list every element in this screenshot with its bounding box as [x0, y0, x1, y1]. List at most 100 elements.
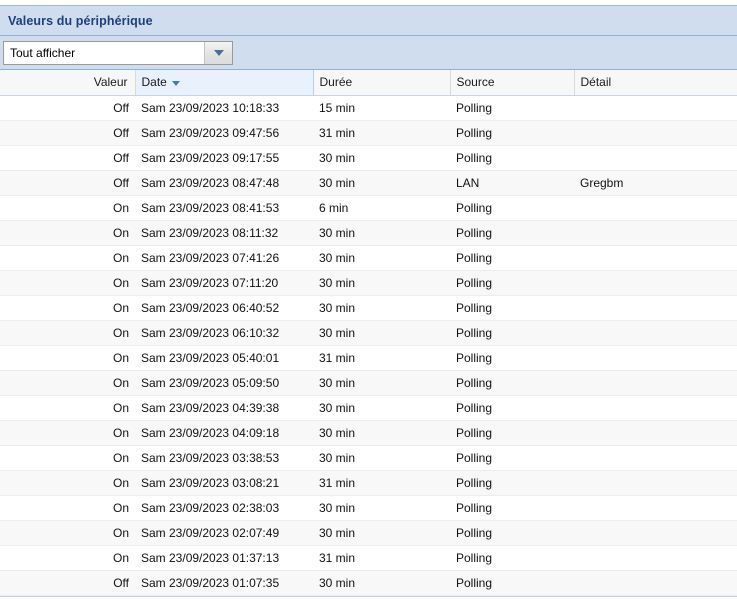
cell-duree: 30 min [313, 170, 450, 196]
table-row[interactable]: On Sam 23/09/2023 07:41:26 30 min Polling [0, 245, 737, 271]
cell-source: Polling [450, 345, 574, 371]
column-header-date[interactable]: Date [134, 70, 314, 96]
grid-bottom-edge [0, 595, 737, 599]
filter-dropdown-value[interactable]: Tout afficher [4, 41, 204, 64]
table-header: Valeur Date Durée Source Détail [0, 70, 737, 96]
table-row[interactable]: On Sam 23/09/2023 08:11:32 30 min Polling [0, 220, 737, 246]
cell-source: Polling [450, 120, 574, 146]
cell-valeur: Off [0, 170, 135, 196]
cell-source: Polling [450, 395, 574, 421]
table-row[interactable]: On Sam 23/09/2023 05:09:50 30 min Polling [0, 370, 737, 396]
table-row[interactable]: Off Sam 23/09/2023 10:18:33 15 min Polling [0, 95, 737, 121]
cell-valeur: On [0, 345, 135, 371]
cell-duree: 6 min [313, 195, 450, 221]
cell-valeur: On [0, 395, 135, 421]
cell-detail [574, 395, 737, 421]
filter-dropdown[interactable]: Tout afficher [3, 40, 233, 65]
table-row[interactable]: On Sam 23/09/2023 01:37:13 31 min Polling [0, 545, 737, 571]
column-header-source[interactable]: Source [450, 70, 575, 96]
cell-valeur: Off [0, 95, 135, 121]
panel-header: Valeurs du périphérique [0, 6, 737, 36]
cell-valeur: On [0, 295, 135, 321]
table-row[interactable]: On Sam 23/09/2023 06:40:52 30 min Polling [0, 295, 737, 321]
cell-date: Sam 23/09/2023 02:07:49 [135, 520, 313, 546]
cell-valeur: On [0, 545, 135, 571]
cell-date: Sam 23/09/2023 03:38:53 [135, 445, 313, 471]
device-values-grid: Valeur Date Durée Source Détail Off Sam … [0, 70, 737, 599]
cell-valeur: On [0, 520, 135, 546]
filter-toolbar: Tout afficher [0, 36, 737, 70]
cell-duree: 30 min [313, 445, 450, 471]
cell-date: Sam 23/09/2023 07:11:20 [135, 270, 313, 296]
column-header-valeur[interactable]: Valeur [0, 70, 136, 96]
table-row[interactable]: On Sam 23/09/2023 06:10:32 30 min Polling [0, 320, 737, 346]
cell-duree: 31 min [313, 120, 450, 146]
table-row[interactable]: On Sam 23/09/2023 05:40:01 31 min Polling [0, 345, 737, 371]
device-values-panel: Valeurs du périphérique Tout afficher Va… [0, 0, 737, 599]
cell-detail [574, 495, 737, 521]
cell-source: Polling [450, 245, 574, 271]
cell-valeur: On [0, 420, 135, 446]
table-row[interactable]: Off Sam 23/09/2023 08:47:48 30 min LAN Gregb… [0, 170, 737, 196]
table-row[interactable]: On Sam 23/09/2023 04:39:38 30 min Polling [0, 395, 737, 421]
cell-valeur: Off [0, 120, 135, 146]
cell-source: Polling [450, 295, 574, 321]
cell-date: Sam 23/09/2023 08:11:32 [135, 220, 313, 246]
cell-date: Sam 23/09/2023 10:18:33 [135, 95, 313, 121]
cell-detail [574, 195, 737, 221]
cell-duree: 30 min [313, 520, 450, 546]
table-row[interactable]: On Sam 23/09/2023 02:07:49 30 min Polling [0, 520, 737, 546]
cell-date: Sam 23/09/2023 09:17:55 [135, 145, 313, 171]
cell-date: Sam 23/09/2023 08:41:53 [135, 195, 313, 221]
table-row[interactable]: On Sam 23/09/2023 07:11:20 30 min Polling [0, 270, 737, 296]
cell-valeur: On [0, 445, 135, 471]
table-row[interactable]: On Sam 23/09/2023 08:41:53 6 min Polling [0, 195, 737, 221]
cell-source: Polling [450, 370, 574, 396]
table-row[interactable]: On Sam 23/09/2023 04:09:18 30 min Polling [0, 420, 737, 446]
cell-valeur: On [0, 220, 135, 246]
filter-dropdown-button[interactable] [204, 41, 232, 64]
cell-source: Polling [450, 195, 574, 221]
cell-valeur: Off [0, 570, 135, 596]
table-row[interactable]: On Sam 23/09/2023 03:08:21 31 min Polling [0, 470, 737, 496]
cell-valeur: Off [0, 145, 135, 171]
cell-detail [574, 345, 737, 371]
cell-valeur: On [0, 370, 135, 396]
column-header-valeur-label: Valeur [93, 75, 128, 90]
table-row[interactable]: Off Sam 23/09/2023 01:07:35 30 min Polling [0, 570, 737, 596]
cell-date: Sam 23/09/2023 07:41:26 [135, 245, 313, 271]
column-header-duree[interactable]: Durée [313, 70, 451, 96]
device-values-table: Valeur Date Durée Source Détail Off Sam … [0, 70, 737, 596]
column-header-detail[interactable]: Détail [574, 70, 737, 96]
sort-descending-arrow-icon [171, 80, 180, 86]
table-row[interactable]: On Sam 23/09/2023 03:38:53 30 min Polling [0, 445, 737, 471]
table-body: Off Sam 23/09/2023 10:18:33 15 min Polling O… [0, 95, 737, 596]
cell-duree: 31 min [313, 470, 450, 496]
cell-duree: 30 min [313, 270, 450, 296]
cell-detail [574, 420, 737, 446]
cell-valeur: On [0, 495, 135, 521]
cell-date: Sam 23/09/2023 04:39:38 [135, 395, 313, 421]
cell-source: Polling [450, 545, 574, 571]
cell-detail [574, 295, 737, 321]
cell-detail [574, 320, 737, 346]
cell-detail [574, 570, 737, 596]
table-header-row: Valeur Date Durée Source Détail [0, 70, 737, 96]
cell-source: LAN [450, 170, 574, 196]
cell-valeur: On [0, 270, 135, 296]
table-row[interactable]: On Sam 23/09/2023 02:38:03 30 min Polling [0, 495, 737, 521]
cell-date: Sam 23/09/2023 05:40:01 [135, 345, 313, 371]
cell-source: Polling [450, 445, 574, 471]
table-row[interactable]: Off Sam 23/09/2023 09:47:56 31 min Polling [0, 120, 737, 146]
cell-detail [574, 545, 737, 571]
cell-duree: 30 min [313, 570, 450, 596]
cell-date: Sam 23/09/2023 03:08:21 [135, 470, 313, 496]
table-row[interactable]: Off Sam 23/09/2023 09:17:55 30 min Polling [0, 145, 737, 171]
cell-source: Polling [450, 220, 574, 246]
column-header-source-label: Source [456, 75, 495, 90]
cell-date: Sam 23/09/2023 09:47:56 [135, 120, 313, 146]
cell-source: Polling [450, 570, 574, 596]
cell-detail [574, 120, 737, 146]
column-header-detail-label: Détail [580, 75, 612, 90]
cell-detail [574, 95, 737, 121]
